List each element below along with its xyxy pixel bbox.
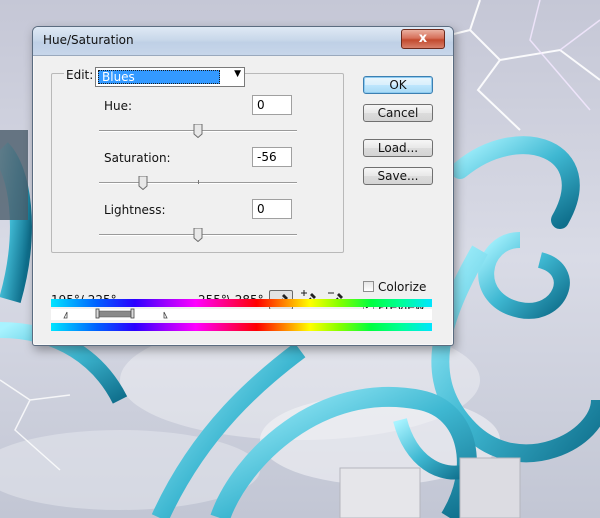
lightness-input[interactable] (252, 199, 292, 219)
save-button[interactable]: Save... (363, 167, 433, 185)
color-range-slider[interactable] (51, 307, 432, 322)
hue-input[interactable] (252, 95, 292, 115)
hue-label: Hue: (104, 99, 133, 113)
chevron-down-icon: ▼ (234, 69, 241, 79)
colorize-checkbox[interactable] (363, 281, 374, 292)
saturation-center-tick (198, 180, 199, 184)
adjustment-group (51, 73, 344, 253)
dialog-title: Hue/Saturation (43, 33, 134, 47)
saturation-label: Saturation: (104, 151, 171, 165)
edit-label: Edit: (64, 68, 96, 82)
saturation-slider-thumb[interactable] (138, 176, 148, 190)
load-button[interactable]: Load... (363, 139, 433, 157)
close-button[interactable]: x (401, 29, 445, 49)
lightness-slider-thumb[interactable] (193, 228, 203, 242)
cancel-button[interactable]: Cancel (363, 104, 433, 122)
input-color-spectrum (51, 299, 432, 307)
hue-saturation-dialog: Hue/Saturation x Edit: Blues ▼ Hue: Satu… (32, 26, 454, 346)
ok-button[interactable]: OK (363, 76, 433, 94)
colorize-label: Colorize (378, 280, 427, 294)
edit-channel-value: Blues (98, 70, 220, 84)
output-color-spectrum (51, 323, 432, 331)
close-icon: x (418, 31, 428, 46)
lightness-label: Lightness: (104, 203, 166, 217)
saturation-input[interactable] (252, 147, 292, 167)
hue-slider-thumb[interactable] (193, 124, 203, 138)
edit-channel-select[interactable]: Blues ▼ (95, 67, 245, 87)
title-bar[interactable]: Hue/Saturation x (33, 27, 453, 56)
dialog-client-area: Edit: Blues ▼ Hue: Saturation: Lightness… (33, 56, 453, 345)
